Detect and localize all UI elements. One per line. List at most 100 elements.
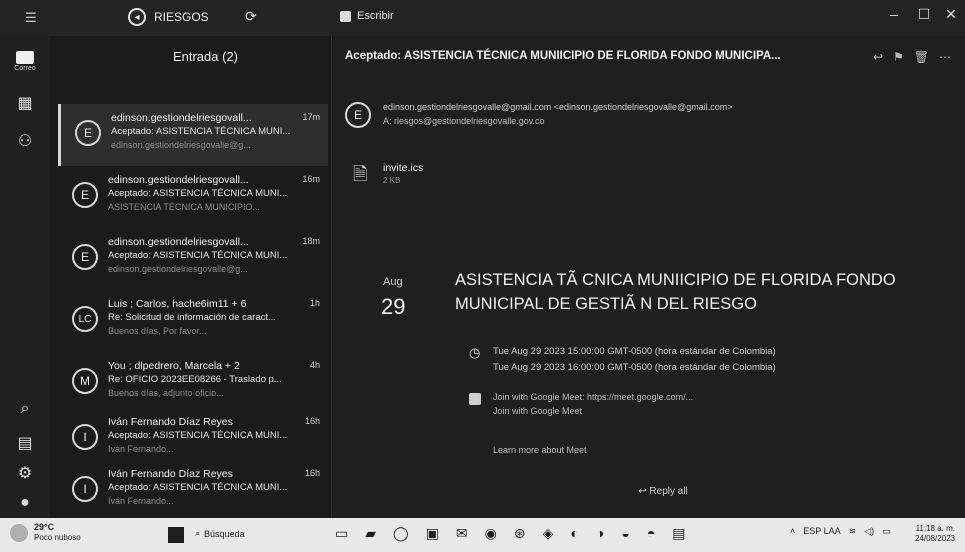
mail-nav[interactable]: Correo: [10, 46, 40, 76]
list-item[interactable]: E edinson.gestiondelriesgovall... 18m Ac…: [58, 228, 328, 290]
chat-icon[interactable]: ◯: [393, 525, 409, 542]
clock[interactable]: 11:18 a. m. 24/08/2023: [915, 524, 955, 544]
app5-icon[interactable]: ◓: [647, 525, 655, 542]
account-nav[interactable]: ▤: [10, 428, 40, 458]
reply-all-icon: ↩: [638, 485, 650, 497]
clock-date: 24/08/2023: [914, 534, 955, 543]
avatar: LC: [72, 306, 98, 332]
message-title: Aceptado: ASISTENCIA TÉCNICA MUNIICIPIO …: [345, 50, 781, 62]
message-preview: ASISTENCIA TÉCNICA MUNICIPIO...: [108, 202, 260, 212]
list-item[interactable]: E edinson.gestiondelriesgovall... 16m Ac…: [58, 166, 328, 228]
wifi-icon[interactable]: ≋: [849, 526, 857, 537]
document-icon: [469, 393, 481, 405]
calendar-nav[interactable]: ▦: [10, 88, 40, 118]
folder-header[interactable]: Entrada (2): [50, 36, 331, 76]
maximize-button[interactable]: ☐: [910, 6, 938, 23]
list-item[interactable]: I Iván Fernando Díaz Reyes 16h Aceptado:…: [58, 460, 328, 522]
account-title: ◂ RIESGOS: [128, 8, 209, 26]
message-subject: Re: Solicitud de información de caract..…: [108, 312, 276, 323]
event-start: Tue Aug 29 2023 15:00:00 GMT-0500 (hora …: [493, 346, 776, 357]
attach-nav[interactable]: ⌕: [10, 394, 40, 424]
chrome-icon[interactable]: ⊛: [514, 525, 526, 542]
delete-icon[interactable]: 🗑: [914, 50, 929, 64]
task-view-icon[interactable]: ▭: [335, 525, 348, 542]
taskbar-apps: ▭ ▰ ◯ ▣ ✉ ◉ ⊛ ◈ ◐ ◑ ◒ ◓ ▤: [335, 525, 686, 542]
list-item[interactable]: E edinson.gestiondelriesgovall... 17m Ac…: [58, 104, 328, 166]
start-button[interactable]: [168, 527, 184, 543]
event-month: Aug: [383, 276, 403, 288]
app-rail: Correo ▦ ⚇ ⌕ ▤ ⚙ ●: [0, 36, 50, 518]
message-sender: edinson.gestiondelriesgovall...: [108, 236, 249, 248]
people-nav[interactable]: ⚇: [10, 126, 40, 156]
message-subject: Aceptado: ASISTENCIA TÉCNICA MUNI...: [111, 126, 291, 137]
close-button[interactable]: ✕: [937, 6, 965, 23]
clock-time: 11:18 a. m.: [915, 524, 955, 533]
message-preview: Buenos días, Por favor...: [108, 326, 207, 336]
app-icon[interactable]: ◉: [485, 525, 497, 542]
message-preview: Iván Fernando...: [108, 496, 174, 506]
meet-description: Join with Google Meet: https://meet.goog…: [493, 392, 694, 402]
message-time: 1h: [309, 298, 320, 308]
sync-icon[interactable]: ⟳: [245, 8, 257, 25]
attachment-name[interactable]: invite.ics: [383, 162, 423, 174]
from-line: edinson.gestiondelriesgovalle@gmail.com …: [383, 102, 733, 112]
volume-icon[interactable]: ◁): [864, 526, 874, 537]
weather-icon: [10, 523, 28, 542]
attachment-size: 2 KB: [383, 176, 401, 185]
meet-link[interactable]: Join with Google Meet: [493, 406, 582, 416]
settings-nav[interactable]: ⚙: [10, 458, 40, 488]
message-preview: edinson.gestiondelriesgovalle@g...: [111, 140, 251, 150]
app4-icon[interactable]: ◒: [621, 525, 629, 542]
chevron-up-icon[interactable]: ˄: [790, 526, 795, 537]
avatar: E: [72, 244, 98, 270]
flag-icon[interactable]: ⚑: [893, 50, 904, 64]
system-tray: ˄ ESP LAA ≋ ◁) ▭: [790, 526, 891, 537]
app6-icon[interactable]: ▤: [672, 525, 685, 542]
message-sender: You ; dlpedrero, Marcela + 2: [108, 360, 240, 372]
list-item[interactable]: M You ; dlpedrero, Marcela + 2 4h Re: OF…: [58, 352, 328, 414]
store-icon[interactable]: ▣: [426, 525, 439, 542]
file-explorer-icon[interactable]: ▰: [365, 525, 376, 542]
message-subject: Re: OFICIO 2023EE08266 - Traslado p...: [108, 374, 282, 385]
taskbar-search[interactable]: ⌕ Búsqueda: [195, 528, 245, 539]
profile-nav[interactable]: ●: [10, 488, 40, 518]
message-time: 16h: [304, 416, 320, 426]
message-subject: Aceptado: ASISTENCIA TÉCNICA MUNI...: [108, 188, 288, 199]
message-sender: Iván Fernando Díaz Reyes: [108, 468, 233, 480]
minimize-button[interactable]: –: [880, 6, 908, 22]
reply-all-button[interactable]: ↩ Reply all: [533, 480, 793, 502]
account-icon: ▤: [17, 435, 33, 452]
message-sender: edinson.gestiondelriesgovall...: [111, 112, 252, 124]
learn-more-link[interactable]: Learn more about Meet: [493, 445, 587, 455]
more-icon[interactable]: ⋯: [939, 50, 951, 64]
event-title: ASISTENCIA TÃ CNICA MUNIICIPIO DE FLORID…: [455, 271, 896, 313]
file-icon[interactable]: 🗎: [353, 162, 367, 192]
weather-widget[interactable]: 29°C Poco nuboso: [10, 522, 81, 543]
battery-icon[interactable]: ▭: [882, 526, 891, 537]
hamburger-menu-icon[interactable]: ☰: [20, 7, 42, 29]
message-sender: edinson.gestiondelriesgovall...: [108, 174, 249, 186]
mail-icon: [16, 50, 34, 64]
calendar-icon: ▦: [17, 95, 33, 112]
message-preview: Buenos días, adjunto oficio...: [108, 388, 224, 398]
app2-icon[interactable]: ◈: [543, 525, 554, 542]
message-subject: Aceptado: ASISTENCIA TÉCNICA MUNI...: [108, 250, 288, 261]
mail-app-icon[interactable]: ✉: [456, 525, 468, 542]
back-icon[interactable]: ◂: [128, 8, 146, 26]
reply-all-label: Reply all: [649, 485, 688, 497]
edge-icon[interactable]: ◐: [570, 525, 578, 542]
message-subject: Aceptado: ASISTENCIA TÉCNICA MUNI...: [108, 482, 288, 493]
account-name: RIESGOS: [154, 10, 209, 24]
message-sender: Iván Fernando Díaz Reyes: [108, 416, 233, 428]
message-subject: Aceptado: ASISTENCIA TÉCNICA MUNI...: [108, 430, 288, 441]
language-indicator[interactable]: ESP LAA: [803, 526, 840, 537]
reading-pane: Aceptado: ASISTENCIA TÉCNICA MUNIICIPIO …: [333, 36, 965, 518]
person-icon: ●: [20, 494, 30, 511]
gear-icon: ⚙: [17, 465, 33, 482]
message-time: 16m: [302, 174, 320, 184]
compose-button[interactable]: Escribir: [340, 10, 394, 22]
list-item[interactable]: LC Luis ; Carlos, hache6im11 + 6 1h Re: …: [58, 290, 328, 352]
reply-icon[interactable]: ↩: [873, 50, 883, 64]
app3-icon[interactable]: ◑: [596, 525, 604, 542]
taskbar: 29°C Poco nuboso ⌕ Búsqueda ▭ ▰ ◯ ▣ ✉ ◉ …: [0, 518, 965, 552]
